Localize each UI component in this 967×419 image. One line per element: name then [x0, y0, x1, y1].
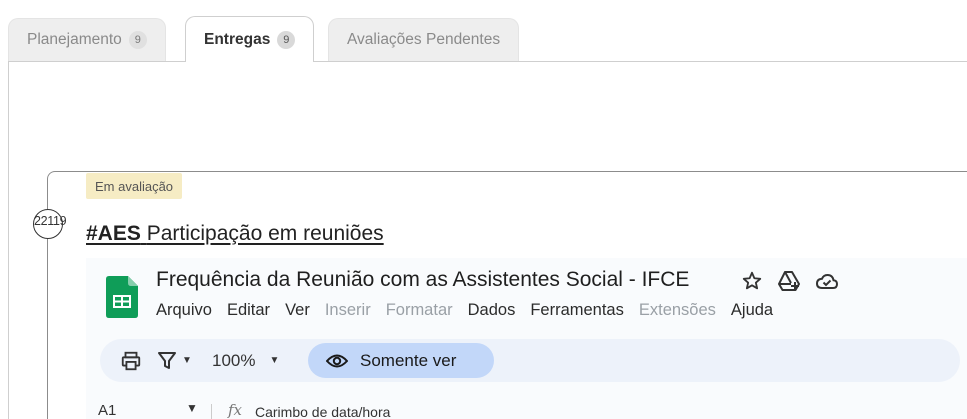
formula-bar: A1 ▼ fx Carimbo de data/hora	[86, 398, 967, 419]
fx-icon: fx	[228, 401, 243, 419]
filter-icon	[158, 351, 176, 369]
eye-icon	[326, 354, 348, 367]
status-badge: Em avaliação	[86, 173, 183, 199]
menu-ver[interactable]: Ver	[285, 301, 310, 320]
tab-divider	[8, 61, 967, 62]
chevron-down-icon[interactable]: ▼	[186, 401, 198, 415]
panel-border	[8, 61, 9, 419]
menu-extensoes: Extensões	[638, 301, 716, 319]
tab-entregas[interactable]: Entregas 9	[185, 16, 315, 62]
print-button[interactable]	[120, 339, 142, 382]
tab-label: Avaliações Pendentes	[347, 31, 501, 48]
cell-reference[interactable]: A1	[98, 402, 116, 419]
formula-content[interactable]: Carimbo de data/hora	[255, 404, 390, 419]
view-mode-label: Somente ver	[360, 350, 457, 370]
tab-planejamento[interactable]: Planejamento 9	[8, 18, 166, 61]
zoom-value: 100%	[212, 350, 256, 370]
tab-label: Planejamento	[27, 31, 122, 48]
menu-arquivo[interactable]: Arquivo	[156, 301, 212, 320]
tab-label: Entregas	[204, 30, 271, 48]
print-icon	[121, 351, 141, 370]
embedded-spreadsheet: Frequência da Reunião com as Assistentes…	[86, 258, 967, 419]
zoom-select[interactable]: 100% ▼	[212, 339, 279, 382]
filter-button[interactable]: ▼	[158, 339, 192, 382]
menu-dados[interactable]: Dados	[468, 301, 516, 320]
menu-inserir: Inserir	[324, 301, 371, 319]
divider	[211, 404, 212, 419]
menu-formatar: Formatar	[385, 301, 453, 319]
cloud-status-icon[interactable]	[815, 270, 839, 292]
chevron-down-icon: ▼	[269, 355, 280, 366]
document-actions	[741, 270, 839, 292]
chevron-down-icon: ▼	[182, 355, 192, 366]
view-mode-button[interactable]: Somente ver	[308, 343, 494, 378]
tab-avaliacoes-pendentes[interactable]: Avaliações Pendentes	[328, 18, 520, 61]
google-sheets-icon[interactable]	[106, 276, 138, 318]
menu-ajuda[interactable]: Ajuda	[731, 301, 773, 320]
tab-bar: Planejamento 9 Entregas 9 Avaliações Pen…	[8, 16, 967, 62]
menu-editar[interactable]: Editar	[227, 301, 270, 320]
document-title[interactable]: Frequência da Reunião com as Assistentes…	[156, 268, 689, 292]
tab-count-badge: 9	[128, 31, 147, 49]
menu-bar: Arquivo Editar Ver Inserir Formatar Dado…	[156, 301, 788, 320]
task-title: Participação em reuniões	[146, 222, 384, 245]
task-id: 22119	[34, 214, 67, 228]
task-tag: #AES	[86, 222, 141, 245]
task-title-link[interactable]: #AES Participação em reuniões	[86, 222, 384, 246]
tab-count-badge: 9	[277, 30, 296, 49]
move-to-drive-icon[interactable]	[777, 270, 801, 292]
menu-ferramentas[interactable]: Ferramentas	[530, 301, 624, 320]
star-icon[interactable]	[741, 270, 763, 292]
toolbar: ▼ 100% ▼ Somente ver	[100, 339, 960, 382]
